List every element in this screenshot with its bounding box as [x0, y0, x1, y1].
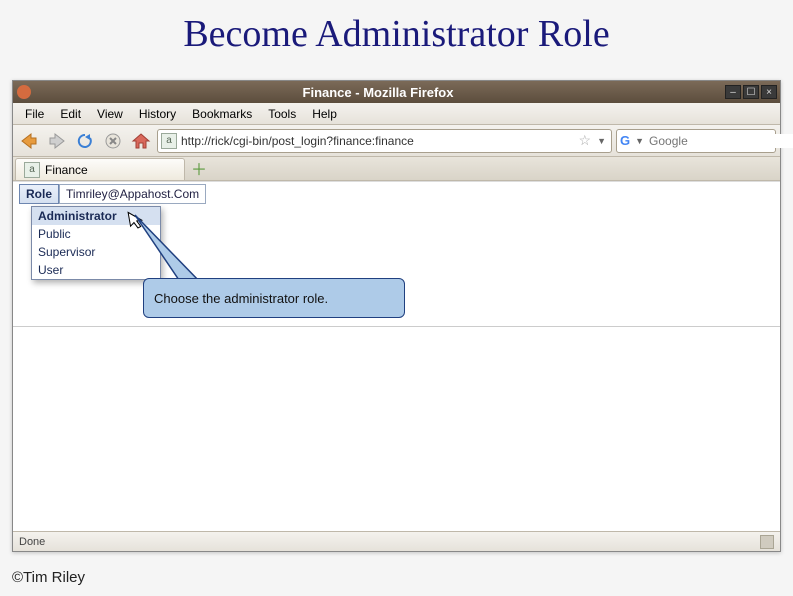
page-menu-user[interactable]: Timriley@Appahost.Com: [59, 184, 206, 204]
status-text: Done: [19, 536, 45, 548]
menu-edit[interactable]: Edit: [52, 105, 89, 123]
slide-title: Become Administrator Role: [0, 0, 793, 62]
status-bar: Done: [13, 531, 780, 551]
menu-view[interactable]: View: [89, 105, 131, 123]
bookmark-star-icon[interactable]: ☆: [579, 132, 592, 149]
stop-button[interactable]: [101, 129, 125, 153]
browser-window: Finance - Mozilla Firefox – ☐ × File Edi…: [12, 80, 781, 552]
resize-grip-icon[interactable]: [760, 535, 774, 549]
menu-help[interactable]: Help: [304, 105, 345, 123]
google-icon: G: [620, 133, 630, 149]
callout-text: Choose the administrator role.: [154, 291, 328, 306]
window-titlebar: Finance - Mozilla Firefox – ☐ ×: [13, 81, 780, 103]
menubar: File Edit View History Bookmarks Tools H…: [13, 103, 780, 125]
search-input[interactable]: [649, 134, 793, 148]
maximize-button[interactable]: ☐: [743, 85, 759, 99]
window-title: Finance - Mozilla Firefox: [31, 85, 725, 100]
menu-history[interactable]: History: [131, 105, 184, 123]
reload-button[interactable]: [73, 129, 97, 153]
app-icon: [17, 85, 31, 99]
close-button[interactable]: ×: [761, 85, 777, 99]
url-dropdown-icon[interactable]: ▼: [595, 136, 608, 146]
tab-strip: a Finance ＋: [13, 157, 780, 181]
address-bar[interactable]: a ☆ ▼: [157, 129, 612, 153]
back-button[interactable]: [17, 129, 41, 153]
page-menu-role[interactable]: Role: [19, 184, 59, 204]
menu-tools[interactable]: Tools: [260, 105, 304, 123]
tab-favicon: a: [24, 162, 40, 178]
menu-bookmarks[interactable]: Bookmarks: [184, 105, 260, 123]
url-input[interactable]: [181, 134, 575, 148]
home-button[interactable]: [129, 129, 153, 153]
search-bar[interactable]: G ▼: [616, 129, 776, 153]
forward-button[interactable]: [45, 129, 69, 153]
site-favicon: a: [161, 133, 177, 149]
page-divider: [13, 326, 780, 327]
tab-label: Finance: [45, 163, 88, 177]
instruction-callout: Choose the administrator role.: [143, 278, 405, 318]
tab-finance[interactable]: a Finance: [15, 158, 185, 180]
menu-file[interactable]: File: [17, 105, 52, 123]
search-engine-dropdown-icon[interactable]: ▼: [633, 136, 646, 146]
copyright-text: ©Tim Riley: [12, 569, 85, 586]
page-content: Role Timriley@Appahost.Com Administrator…: [13, 181, 780, 531]
minimize-button[interactable]: –: [725, 85, 741, 99]
new-tab-button[interactable]: ＋: [188, 162, 210, 180]
navigation-toolbar: a ☆ ▼ G ▼: [13, 125, 780, 157]
